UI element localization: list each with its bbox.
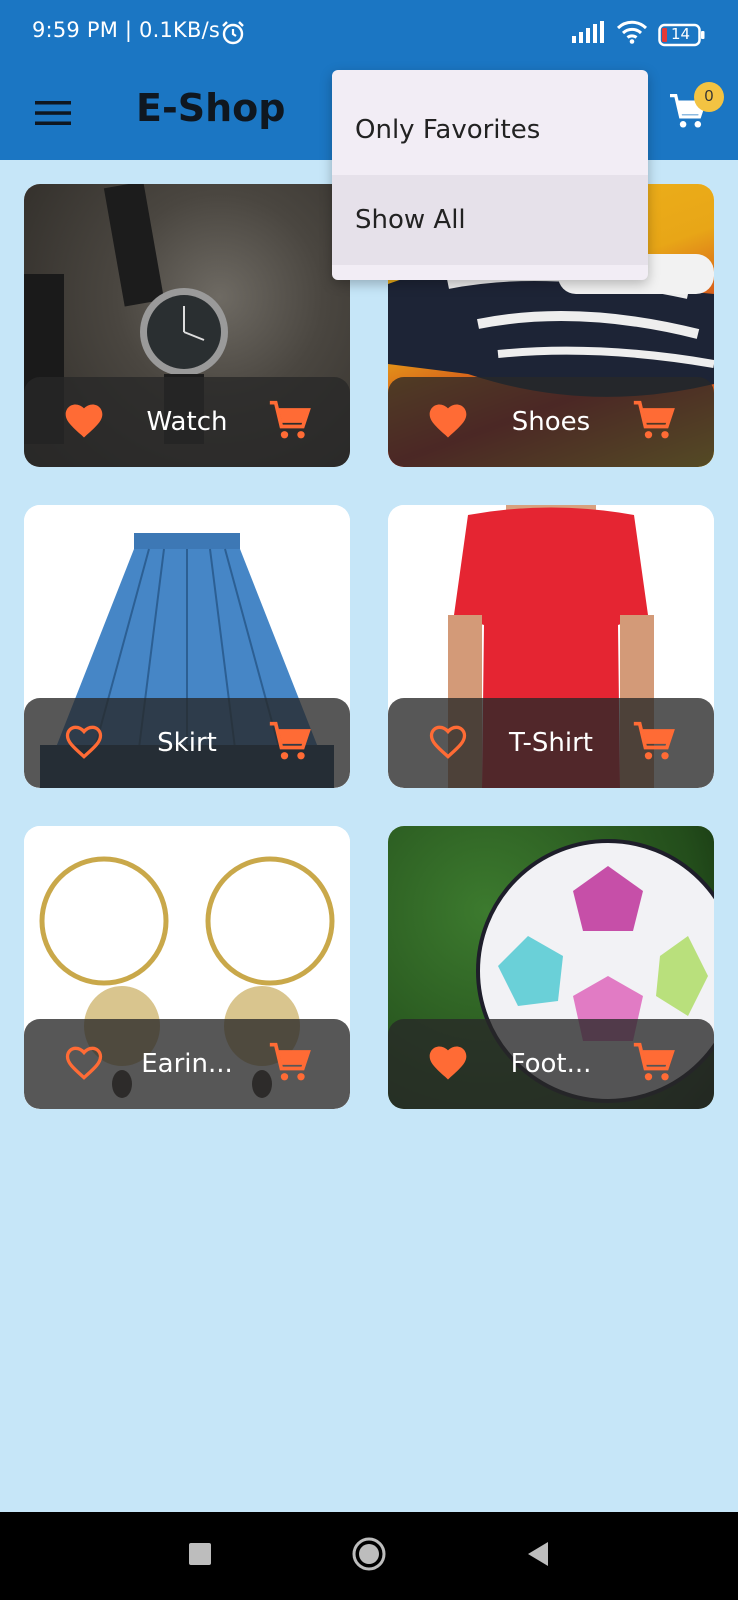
system-navigation-bar	[0, 1512, 738, 1600]
add-to-cart-button[interactable]	[632, 720, 676, 764]
back-button[interactable]	[516, 1534, 560, 1578]
product-footer: T-Shirt	[388, 698, 714, 788]
product-footer: Skirt	[24, 698, 350, 788]
product-card-watch[interactable]: Watch	[24, 184, 350, 467]
cart-count-badge: 0	[694, 82, 724, 112]
product-footer: Earin...	[24, 1019, 350, 1109]
menu-item-only-favorites[interactable]: Only Favorites	[332, 85, 648, 175]
product-title: T-Shirt	[509, 728, 593, 758]
battery-level: 14	[671, 24, 691, 43]
shopping-cart-icon	[268, 721, 312, 768]
product-title: Earin...	[141, 1049, 233, 1079]
cart-button[interactable]: 0	[668, 82, 724, 138]
status-time-speed: 9:59 PM | 0.1KB/s	[32, 18, 221, 42]
product-title: Watch	[146, 407, 228, 437]
square-icon	[189, 1542, 211, 1570]
product-footer: Shoes	[388, 377, 714, 467]
product-footer: Foot...	[388, 1019, 714, 1109]
menu-button[interactable]	[30, 92, 76, 138]
home-button[interactable]	[347, 1534, 391, 1578]
app-title: E-Shop	[136, 86, 286, 130]
heart-filled-icon	[426, 404, 470, 447]
hamburger-menu-icon	[35, 100, 71, 131]
heart-filled-icon	[62, 404, 106, 447]
heart-outline-icon	[62, 1046, 106, 1089]
product-title: Foot...	[510, 1049, 592, 1079]
wifi-icon	[616, 20, 648, 49]
battery-icon: 14	[658, 23, 706, 47]
triangle-back-icon	[526, 1541, 550, 1572]
alarm-icon	[220, 20, 246, 51]
favorite-button[interactable]	[62, 1041, 106, 1085]
shopping-cart-icon	[632, 1042, 676, 1089]
favorite-button[interactable]	[62, 720, 106, 764]
favorite-button[interactable]	[62, 399, 106, 443]
recents-button[interactable]	[178, 1534, 222, 1578]
favorite-button[interactable]	[426, 1041, 470, 1085]
product-card-earrings[interactable]: Earin...	[24, 826, 350, 1109]
circle-icon	[351, 1536, 387, 1577]
heart-outline-icon	[426, 725, 470, 768]
product-title: Shoes	[511, 407, 591, 437]
favorite-button[interactable]	[426, 399, 470, 443]
product-card-football[interactable]: Foot...	[388, 826, 714, 1109]
heart-outline-icon	[62, 725, 106, 768]
filter-popup-menu: Only Favorites Show All	[332, 70, 648, 280]
status-bar: 9:59 PM | 0.1KB/s 14	[0, 0, 738, 68]
add-to-cart-button[interactable]	[268, 1041, 312, 1085]
shopping-cart-icon	[632, 721, 676, 768]
signal-icon	[572, 21, 606, 48]
product-card-skirt[interactable]: Skirt	[24, 505, 350, 788]
product-footer: Watch	[24, 377, 350, 467]
product-card-tshirt[interactable]: T-Shirt	[388, 505, 714, 788]
add-to-cart-button[interactable]	[632, 1041, 676, 1085]
menu-item-show-all[interactable]: Show All	[332, 175, 648, 265]
product-title: Skirt	[157, 728, 217, 758]
product-grid: Watch Shoes Skirt T-Shirt Earin... Foot.…	[24, 184, 714, 1109]
shopping-cart-icon	[268, 1042, 312, 1089]
shopping-cart-icon	[632, 400, 676, 447]
add-to-cart-button[interactable]	[268, 399, 312, 443]
favorite-button[interactable]	[426, 720, 470, 764]
heart-filled-icon	[426, 1046, 470, 1089]
shopping-cart-icon	[268, 400, 312, 447]
add-to-cart-button[interactable]	[632, 399, 676, 443]
add-to-cart-button[interactable]	[268, 720, 312, 764]
